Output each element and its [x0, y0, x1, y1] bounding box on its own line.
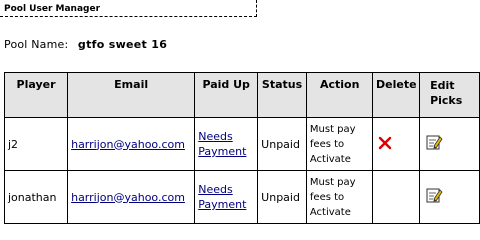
- action-note: Must pay fees to Activate: [309, 123, 356, 165]
- table-header-row: Player Email Paid Up Status Action Delet…: [3, 72, 480, 118]
- pool-name-row: Pool Name: gtfo sweet 16: [4, 38, 167, 51]
- header-panel: Pool User Manager: [0, 0, 257, 17]
- col-header-paid-up: Paid Up: [194, 72, 259, 118]
- email-cell: harrijon@yahoo.com: [67, 170, 196, 224]
- col-header-email: Email: [67, 72, 196, 118]
- delete-x-icon[interactable]: [377, 135, 393, 151]
- email-link[interactable]: harrijon@yahoo.com: [71, 191, 185, 204]
- paid-cell: Needs Payment: [194, 117, 259, 171]
- pool-users-table: Player Email Paid Up Status Action Delet…: [3, 72, 480, 224]
- table-row: jonathan harrijon@yahoo.com Needs Paymen…: [3, 170, 480, 224]
- col-header-status: Status: [257, 72, 307, 118]
- player-cell: j2: [3, 117, 69, 171]
- needs-payment-link[interactable]: Needs Payment: [198, 182, 254, 212]
- edit-pencil-icon[interactable]: [426, 134, 443, 151]
- page-title: Pool User Manager: [4, 4, 101, 14]
- edit-pencil-icon[interactable]: [426, 187, 443, 204]
- col-header-delete: Delete: [372, 72, 421, 118]
- table-row: j2 harrijon@yahoo.com Needs Payment Unpa…: [3, 117, 480, 171]
- email-link[interactable]: harrijon@yahoo.com: [71, 138, 185, 151]
- delete-cell: [372, 117, 421, 171]
- email-cell: harrijon@yahoo.com: [67, 117, 196, 171]
- delete-cell: [372, 170, 421, 224]
- col-header-player: Player: [3, 72, 69, 118]
- edit-cell: [419, 117, 480, 171]
- edit-cell: [419, 170, 480, 224]
- needs-payment-link[interactable]: Needs Payment: [198, 129, 254, 159]
- pool-name-value: gtfo sweet 16: [77, 38, 168, 51]
- col-header-edit-picks: Edit Picks: [419, 72, 480, 118]
- player-cell: jonathan: [3, 170, 69, 224]
- status-cell: Unpaid: [257, 170, 307, 224]
- paid-cell: Needs Payment: [194, 170, 259, 224]
- pool-name-label: Pool Name:: [4, 38, 69, 51]
- status-cell: Unpaid: [257, 117, 307, 171]
- action-cell: Must pay fees to Activate: [305, 117, 374, 171]
- action-cell: Must pay fees to Activate: [305, 170, 374, 224]
- col-header-action: Action: [305, 72, 374, 118]
- action-note: Must pay fees to Activate: [309, 176, 356, 218]
